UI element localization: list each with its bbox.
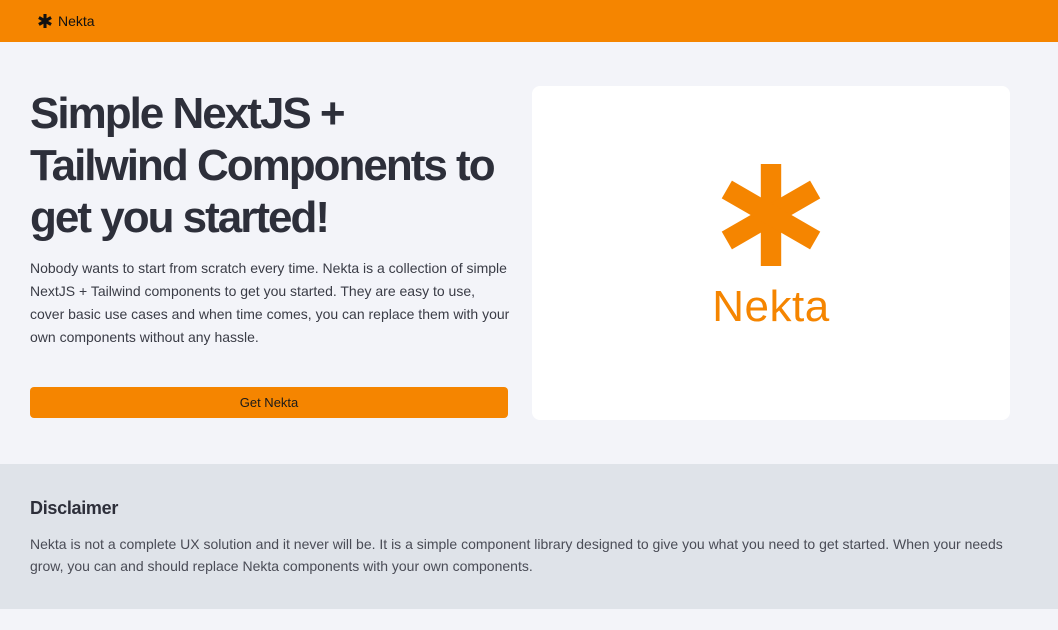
disclaimer-body: Nekta is not a complete UX solution and …: [30, 536, 1003, 574]
brand-link[interactable]: Nekta: [38, 13, 95, 29]
disclaimer-title: Disclaimer: [30, 498, 119, 518]
logo-wordmark: Nekta: [712, 282, 830, 331]
get-nekta-button[interactable]: Get Nekta: [30, 387, 508, 418]
asterisk-icon: [38, 14, 52, 28]
logo-card: Nekta: [532, 86, 1010, 420]
asterisk-icon: [721, 164, 821, 266]
hero-intro-text: Nobody wants to start from scratch every…: [30, 260, 510, 345]
brand-label: Nekta: [58, 13, 95, 29]
hero-headline: Simple NextJS + Tailwind Components to g…: [30, 89, 496, 242]
top-navbar: Nekta: [0, 0, 1058, 42]
hero-section: Simple NextJS + Tailwind Components to g…: [0, 42, 1058, 464]
disclaimer-section: Disclaimer Nekta is not a complete UX so…: [0, 464, 1058, 609]
